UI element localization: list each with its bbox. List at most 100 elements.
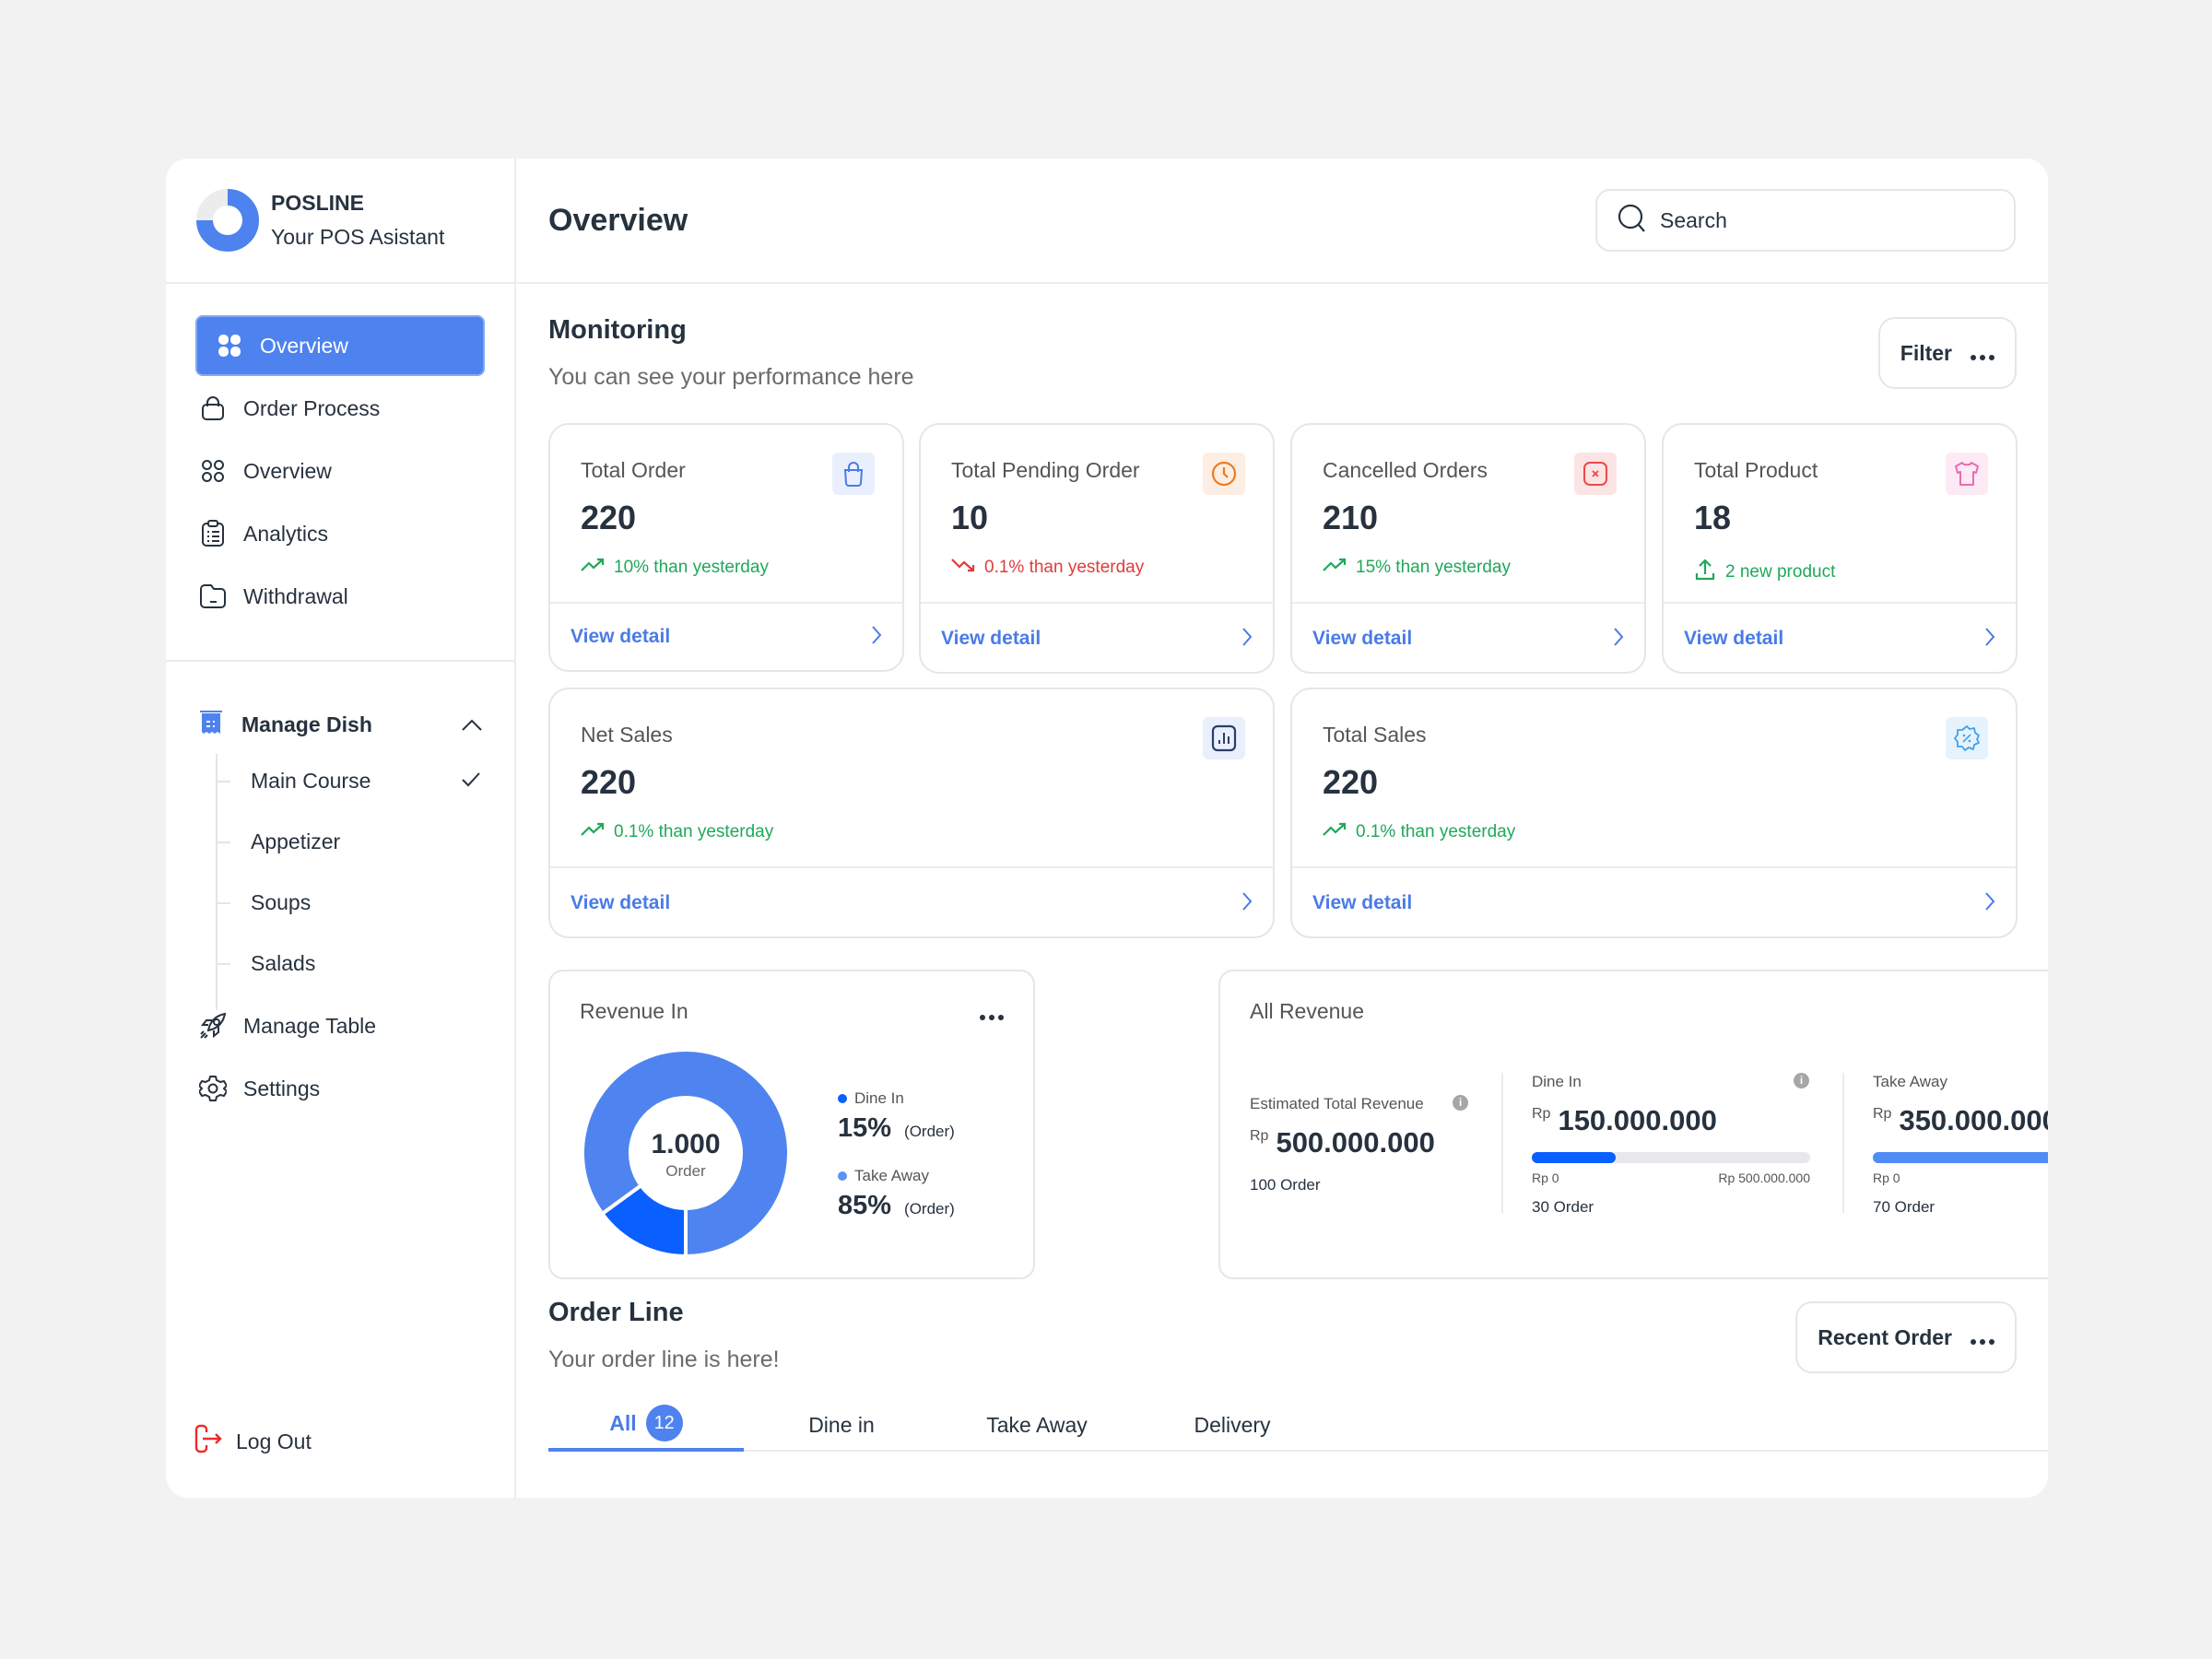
stat-value: 220 xyxy=(581,763,637,801)
dish-item-appetizer[interactable]: Appetizer xyxy=(216,811,485,872)
divider xyxy=(1842,1073,1844,1213)
order-count: 100 Order xyxy=(1250,1176,1321,1194)
panel-title: All Revenue xyxy=(1250,999,1365,1023)
search-input[interactable] xyxy=(1660,207,1992,233)
tab-dine-in[interactable]: Dine in xyxy=(744,1398,939,1452)
stat-label: Net Sales xyxy=(581,723,673,747)
tab-delivery[interactable]: Delivery xyxy=(1135,1398,1330,1452)
stat-value: 220 xyxy=(581,499,637,536)
revenue-in-panel: Revenue In 1.000 Order Dine In 15% (Order… xyxy=(548,970,1035,1279)
search-box[interactable] xyxy=(1595,189,2016,252)
trend-up-icon xyxy=(581,822,605,842)
view-detail-link[interactable]: View detail xyxy=(1292,870,2016,936)
dish-item-main-course[interactable]: Main Course xyxy=(216,750,485,811)
shirt-icon xyxy=(1946,453,1988,495)
chevron-right-icon xyxy=(871,625,882,650)
sidebar-item-analytics[interactable]: Analytics xyxy=(195,503,485,564)
stat-value: 220 xyxy=(1323,763,1379,801)
order-line-subtitle: Your order line is here! xyxy=(548,1347,780,1372)
legend-unit: (Order) xyxy=(904,1123,955,1140)
info-icon[interactable]: i xyxy=(1453,1095,1468,1111)
shopping-bag-icon xyxy=(199,394,227,422)
progress-fill xyxy=(1873,1152,2048,1163)
tree-branch xyxy=(216,781,230,782)
stat-label: Cancelled Orders xyxy=(1323,458,1488,482)
currency: Rp xyxy=(1532,1106,1551,1122)
tab-label: All xyxy=(609,1410,637,1435)
stat-trend: 0.1% than yesterday xyxy=(581,822,773,842)
sidebar-item-overview-2[interactable]: Overview xyxy=(195,441,485,501)
posline-logo-icon xyxy=(196,189,259,252)
sidebar-item-overview[interactable]: Overview xyxy=(195,315,485,376)
main-nav: Overview Order Process Overview Analytic… xyxy=(166,284,514,662)
tab-take-away[interactable]: Take Away xyxy=(939,1398,1135,1452)
stat-card-cancelled-orders: Cancelled Orders 210 15% than yesterday … xyxy=(1290,423,1646,674)
bar-chart-icon xyxy=(1203,717,1245,759)
stat-trend-text: 15% than yesterday xyxy=(1356,558,1511,577)
info-icon[interactable]: i xyxy=(1794,1073,1809,1088)
check-icon xyxy=(461,769,481,794)
legend-item-dine-in: Dine In 15% (Order) xyxy=(838,1089,955,1144)
sidebar-item-withdrawal[interactable]: Withdrawal xyxy=(195,566,485,627)
more-dots-icon[interactable] xyxy=(980,1008,1004,1025)
estimated-revenue: Estimated Total Revenue i Rp 500.000.000 … xyxy=(1250,1095,1471,1194)
dish-item-salads[interactable]: Salads xyxy=(216,933,485,994)
donut-center-label: Order xyxy=(665,1162,706,1180)
cancel-box-icon xyxy=(1574,453,1617,495)
filter-button[interactable]: Filter xyxy=(1877,317,2017,389)
stat-value: 18 xyxy=(1694,499,1732,536)
order-count: 70 Order xyxy=(1873,1198,1936,1216)
clipboard-list-icon xyxy=(199,520,227,547)
stat-trend: 10% than yesterday xyxy=(581,558,769,578)
stat-card-total-product: Total Product 18 2 new product View deta… xyxy=(1662,423,2018,674)
legend-dot xyxy=(838,1094,847,1103)
sidebar-item-order-process[interactable]: Order Process xyxy=(195,378,485,439)
recent-order-button[interactable]: Recent Order xyxy=(1795,1301,2017,1373)
logout-button[interactable]: Log Out xyxy=(194,1424,312,1459)
page-title: Overview xyxy=(548,202,688,238)
manage-dish-label: Manage Dish xyxy=(241,712,372,736)
chevron-right-icon xyxy=(1984,627,1995,652)
tab-all[interactable]: All 12 xyxy=(548,1398,744,1452)
view-detail-link[interactable]: View detail xyxy=(1664,606,2016,672)
monitoring-header: Monitoring You can see your performance … xyxy=(548,315,914,391)
sidebar-item-settings[interactable]: Settings xyxy=(195,1058,485,1119)
sidebar: POSLINE Your POS Asistant Overview Order… xyxy=(166,159,516,1498)
dish-item-label: Appetizer xyxy=(251,829,341,853)
view-detail-link[interactable]: View detail xyxy=(550,604,902,670)
panel-title: Revenue In xyxy=(580,999,688,1023)
breakdown-amount: 350.000.000 xyxy=(1899,1104,2048,1136)
currency: Rp xyxy=(1250,1128,1269,1144)
divider xyxy=(1501,1073,1503,1213)
sidebar-item-manage-table[interactable]: Manage Table xyxy=(195,995,485,1056)
sidebar-item-label: Order Process xyxy=(243,395,381,420)
main-content: Overview Monitoring You can see your per… xyxy=(516,159,2048,1498)
stat-trend: 2 new product xyxy=(1694,558,1835,587)
shopping-bag-icon xyxy=(832,453,875,495)
tree-line xyxy=(216,754,218,1010)
view-detail-link[interactable]: View detail xyxy=(921,606,1273,672)
sidebar-item-label: Analytics xyxy=(243,521,329,546)
brand: POSLINE Your POS Asistant xyxy=(166,159,514,284)
dish-item-soups[interactable]: Soups xyxy=(216,872,485,933)
breakdown-amount: 150.000.000 xyxy=(1558,1104,1717,1136)
grid-filled-icon xyxy=(216,332,243,359)
tree-branch xyxy=(216,841,230,843)
sidebar-item-label: Manage Table xyxy=(243,1013,377,1038)
recent-order-label: Recent Order xyxy=(1818,1324,1952,1349)
estimated-amount: 500.000.000 xyxy=(1276,1126,1435,1159)
view-detail-link[interactable]: View detail xyxy=(550,870,1273,936)
manage-dish-toggle[interactable]: Manage Dish xyxy=(195,699,485,750)
upload-icon xyxy=(1694,558,1716,587)
sidebar-item-label: Overview xyxy=(243,458,332,483)
stat-label: Total Order xyxy=(581,458,686,482)
more-dots-icon xyxy=(1971,1325,1994,1350)
stat-card-pending-order: Total Pending Order 10 0.1% than yesterd… xyxy=(919,423,1275,674)
currency: Rp xyxy=(1873,1106,1892,1122)
trend-up-icon xyxy=(581,558,605,578)
view-detail-link[interactable]: View detail xyxy=(1292,606,1644,672)
dish-item-label: Soups xyxy=(251,889,312,914)
trend-up-icon xyxy=(1323,822,1347,842)
stat-label: Total Product xyxy=(1694,458,1818,482)
view-detail-label: View detail xyxy=(941,628,1041,649)
